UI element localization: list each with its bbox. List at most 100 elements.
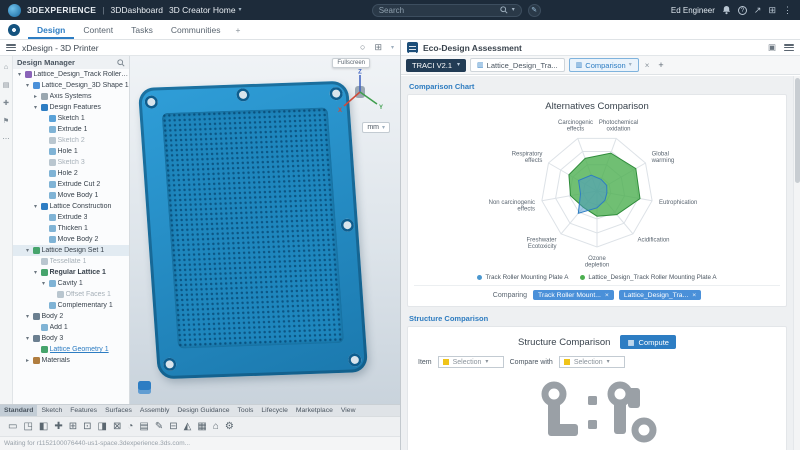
document-tab[interactable]: ▥ Lattice_Design_Tra... (470, 58, 565, 72)
expander-icon[interactable]: ▾ (32, 269, 39, 276)
ribbon-tab[interactable]: Surfaces (101, 405, 136, 416)
app-menu-icon[interactable] (6, 44, 16, 51)
render-style-icon[interactable]: ○ (360, 43, 365, 52)
assistant-robot-icon[interactable] (138, 381, 151, 394)
toolbar-icon[interactable]: ◔ (127, 421, 133, 432)
lattice-plate-model[interactable] (138, 81, 368, 380)
tree-item[interactable]: Complementary 1 (13, 300, 129, 311)
3d-viewport[interactable]: Fullscreen Z X Y mm ▾ (130, 56, 400, 404)
compass-icon[interactable] (8, 24, 20, 36)
tree-item[interactable]: ▾Body 2 (13, 311, 129, 322)
toolbar-icon[interactable]: ▤ (139, 421, 148, 432)
add-analysis-tab-button[interactable]: + (655, 60, 666, 70)
toolbar-icon[interactable]: ⊞ (69, 421, 77, 432)
legend-item[interactable]: Track Roller Mounting Plate A (477, 274, 568, 281)
toolbar-icon[interactable]: ◳ (23, 421, 32, 432)
tree-item[interactable]: ▾Lattice_Design_Track Roller Mount... (13, 69, 129, 80)
user-name[interactable]: Ed Engineer (671, 6, 715, 15)
ribbon-tab[interactable]: Sketch (37, 405, 66, 416)
tree-item[interactable]: Add 1 (13, 322, 129, 333)
ribbon-tab[interactable]: Features (66, 405, 101, 416)
ribbon-tab[interactable]: Marketplace (292, 405, 337, 416)
panel-chevron-icon[interactable]: ▾ (391, 45, 394, 51)
tree-item[interactable]: Move Body 1 (13, 190, 129, 201)
ribbon-tab[interactable]: View (337, 405, 360, 416)
expander-icon[interactable]: ▾ (24, 82, 31, 89)
fullscreen-icon[interactable]: ⊞ (374, 43, 382, 52)
tree-item[interactable]: Thicken 1 (13, 223, 129, 234)
ribbon-tab[interactable]: Design Guidance (173, 405, 233, 416)
tree-item[interactable]: ▾Lattice Construction (13, 201, 129, 212)
comparison-tab[interactable]: ▥ Comparison ▾ (569, 58, 639, 72)
apps-grid-icon[interactable]: ⊞ (768, 6, 776, 15)
method-selector[interactable]: TRACI V2.1 ▾ (406, 59, 466, 72)
tree-item[interactable]: ▾Lattice Design Set 1 (13, 245, 129, 256)
ribbon-tab[interactable]: Tools (234, 405, 258, 416)
expand-panel-icon[interactable]: ▣ (768, 42, 776, 53)
search-icon[interactable] (500, 6, 508, 14)
notifications-bell-icon[interactable] (722, 5, 731, 15)
tree-item[interactable]: ▾Cavity 1 (13, 278, 129, 289)
panel-menu-icon[interactable] (784, 44, 794, 51)
dashboard-switcher[interactable]: 3D Creator Home ▾ (169, 5, 242, 15)
global-search[interactable]: ▾ (372, 4, 522, 17)
action-strip-icon[interactable]: ✚ (3, 99, 9, 107)
action-strip-icon[interactable]: ⌂ (4, 64, 8, 71)
action-strip-icon[interactable]: ▤ (3, 81, 10, 89)
toolbar-icon[interactable]: ⊡ (83, 421, 91, 432)
tree-item[interactable]: Hole 2 (13, 168, 129, 179)
tree-item[interactable]: Sketch 3 (13, 157, 129, 168)
expander-icon[interactable]: ▾ (24, 247, 31, 254)
tab-design[interactable]: Design (28, 20, 74, 39)
tree-item[interactable]: Sketch 1 (13, 113, 129, 124)
right-scrollbar[interactable] (793, 76, 800, 450)
action-strip-icon[interactable]: ⋯ (3, 135, 10, 143)
action-strip-icon[interactable]: ⚑ (3, 117, 9, 125)
add-tab-button[interactable]: + (229, 20, 246, 39)
tree-item[interactable]: Tessellate 1 (13, 256, 129, 267)
tree-item[interactable]: Extrude 3 (13, 212, 129, 223)
search-input[interactable] (379, 6, 496, 15)
chip-remove-icon[interactable]: × (692, 292, 696, 299)
compare-with-select[interactable]: Selection ▾ (559, 356, 625, 368)
ribbon-tab[interactable]: Lifecycle (257, 405, 291, 416)
dashboard-label[interactable]: 3DDashboard (110, 5, 162, 15)
toolbar-icon[interactable]: ⊟ (169, 421, 177, 432)
tree-item[interactable]: Offset Faces 1 (13, 289, 129, 300)
tab-content[interactable]: Content (74, 20, 122, 39)
toolbar-icon[interactable]: ▦ (197, 421, 206, 432)
toolbar-icon[interactable]: ◨ (98, 421, 107, 432)
tree-search-icon[interactable] (117, 59, 125, 67)
toolbar-icon[interactable]: ◭ (184, 421, 192, 432)
comparing-chip[interactable]: Track Roller Mount...× (533, 290, 614, 300)
expander-icon[interactable]: ▾ (24, 335, 31, 342)
toolbar-icon[interactable]: ⊠ (113, 421, 121, 432)
tree-item[interactable]: Hole 1 (13, 146, 129, 157)
expander-icon[interactable]: ▾ (32, 203, 39, 210)
toolbar-icon[interactable]: ◧ (39, 421, 48, 432)
compute-button[interactable]: ▦ Compute (620, 335, 676, 349)
tree-item[interactable]: Move Body 2 (13, 234, 129, 245)
tree-item[interactable]: Lattice Geometry 1 (13, 344, 129, 355)
toolbar-icon[interactable]: ⌂ (213, 421, 219, 432)
tree-item[interactable]: ▾Lattice_Design_3D Shape 1 (13, 80, 129, 91)
tree-item[interactable]: Sketch 2 (13, 135, 129, 146)
tab-tasks[interactable]: Tasks (122, 20, 162, 39)
comparing-chip[interactable]: Lattice_Design_Tra...× (619, 290, 701, 300)
help-icon[interactable]: ? (738, 6, 747, 15)
tree-item[interactable]: ▾Body 3 (13, 333, 129, 344)
expander-icon[interactable]: ▸ (32, 93, 39, 100)
chip-remove-icon[interactable]: × (605, 292, 609, 299)
tree-item[interactable]: ▾Regular Lattice 1 (13, 267, 129, 278)
expander-icon[interactable]: ▾ (24, 313, 31, 320)
close-tab-icon[interactable]: × (643, 61, 652, 70)
tab-communities[interactable]: Communities (162, 20, 230, 39)
toolbar-icon[interactable]: ▭ (8, 421, 17, 432)
search-options-chevron-icon[interactable]: ▾ (512, 7, 515, 13)
ribbon-tab[interactable]: Standard (0, 405, 37, 416)
share-icon[interactable]: ↗ (754, 6, 762, 15)
scrollbar-thumb[interactable] (795, 78, 800, 183)
expander-icon[interactable]: ▾ (40, 280, 47, 287)
item-select[interactable]: Selection ▾ (438, 356, 504, 368)
units-selector[interactable]: mm ▾ (362, 122, 390, 133)
